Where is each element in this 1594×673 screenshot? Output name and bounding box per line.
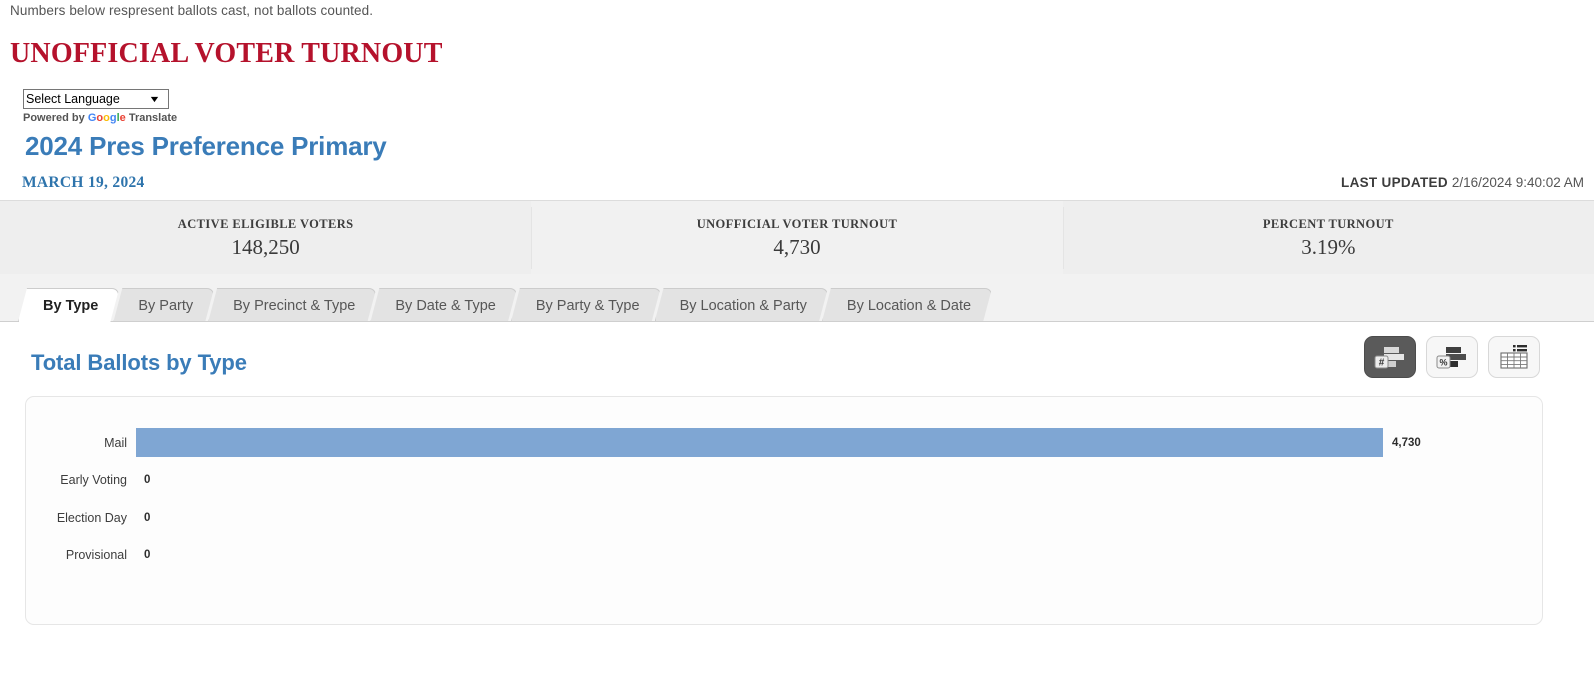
tab-by-date-type[interactable]: By Date & Type	[370, 288, 516, 322]
stat-label: PERCENT TURNOUT	[1262, 217, 1394, 231]
bar-value-label: 4,730	[1392, 436, 1421, 449]
bar-track: 4,730	[136, 424, 1542, 462]
language-select-value: Select Language	[26, 92, 120, 106]
bar-value-label: 0	[144, 474, 151, 487]
election-date: MARCH 19, 2024	[22, 174, 145, 191]
stat-value: 3.19%	[1301, 235, 1356, 259]
bar-value-label: 0	[144, 511, 151, 524]
stat-value: 148,250	[231, 235, 300, 259]
bar-row: Provisional 0	[26, 537, 1542, 575]
tab-by-party-type[interactable]: By Party & Type	[511, 288, 661, 322]
last-updated-value: 2/16/2024 9:40:02 AM	[1451, 175, 1584, 190]
tab-list: By Type By Party By Precinct & Type By Date…	[18, 288, 986, 322]
stat-cell: UNOFFICIAL VOTER TURNOUT 4,730	[531, 201, 1063, 275]
google-logo: Google	[87, 112, 126, 124]
powered-by-google-translate: Powered by Google Translate	[23, 111, 177, 125]
tab-by-location-party[interactable]: By Location & Party	[655, 288, 828, 322]
chart-panel: Mail 4,730 Early Voting 0 Election Day 0 Provi…	[25, 396, 1543, 625]
tab-by-party[interactable]: By Party	[113, 288, 214, 322]
bar-value-label: 0	[144, 549, 151, 562]
bar-row: Early Voting 0	[26, 462, 1542, 500]
svg-text:#: #	[1379, 358, 1385, 369]
tab-by-type[interactable]: By Type	[18, 288, 119, 322]
svg-text:%: %	[1439, 358, 1447, 368]
bar-category-label: Mail	[104, 435, 127, 450]
table-grid-icon	[1500, 345, 1528, 369]
election-title: 2024 Pres Preference Primary	[25, 131, 387, 161]
stat-value: 4,730	[773, 235, 821, 259]
bar-fill[interactable]	[136, 428, 1383, 458]
percent-chart-button[interactable]: %	[1426, 336, 1478, 378]
bar-track: 0	[136, 537, 1542, 575]
stat-cell: PERCENT TURNOUT 3.19%	[1062, 201, 1594, 275]
google-translate-widget: Select Language ▼ Powered by Google Tran…	[23, 89, 177, 125]
bar-chart-percent-icon: %	[1436, 347, 1466, 369]
table-view-button[interactable]	[1488, 336, 1540, 378]
last-updated-label: LAST UPDATED	[1341, 175, 1448, 190]
bar-category-label: Early Voting	[60, 473, 127, 488]
bar-track: 0	[136, 462, 1542, 500]
last-updated: LAST UPDATED 2/16/2024 9:40:02 AM	[1341, 175, 1584, 190]
translate-word: Translate	[128, 112, 178, 124]
stat-cell: ACTIVE ELIGIBLE VOTERS 148,250	[0, 201, 531, 275]
tab-by-location-date[interactable]: By Location & Date	[822, 288, 992, 322]
bar-category-label: Election Day	[56, 510, 127, 525]
powered-by-label: Powered by	[23, 112, 85, 124]
chevron-down-icon: ▼	[148, 94, 161, 104]
chart-title: Total Ballots by Type	[31, 350, 247, 375]
view-tabbar: By Type By Party By Precinct & Type By Date…	[0, 274, 1594, 322]
tab-by-precinct-type[interactable]: By Precinct & Type	[208, 288, 376, 322]
bar-chart: Mail 4,730 Early Voting 0 Election Day 0 Provi…	[26, 424, 1542, 574]
bar-row: Election Day 0	[26, 499, 1542, 537]
bar-chart-number-icon: #	[1374, 347, 1404, 369]
summary-stats-bar: ACTIVE ELIGIBLE VOTERS 148,250 UNOFFICIAL …	[0, 200, 1594, 275]
bar-row: Mail 4,730	[26, 424, 1542, 462]
stat-label: ACTIVE ELIGIBLE VOTERS	[177, 217, 354, 231]
page-title: UNOFFICIAL VOTER TURNOUT	[10, 38, 443, 69]
bar-category-label: Provisional	[65, 548, 127, 563]
ballots-cast-note: Numbers below respresent ballots cast, n…	[10, 3, 374, 18]
chart-toolbar: # %	[1364, 336, 1540, 378]
count-chart-button[interactable]: #	[1364, 336, 1416, 378]
bar-track: 0	[136, 499, 1542, 537]
stat-label: UNOFFICIAL VOTER TURNOUT	[696, 217, 898, 231]
language-select[interactable]: Select Language ▼	[23, 89, 169, 109]
